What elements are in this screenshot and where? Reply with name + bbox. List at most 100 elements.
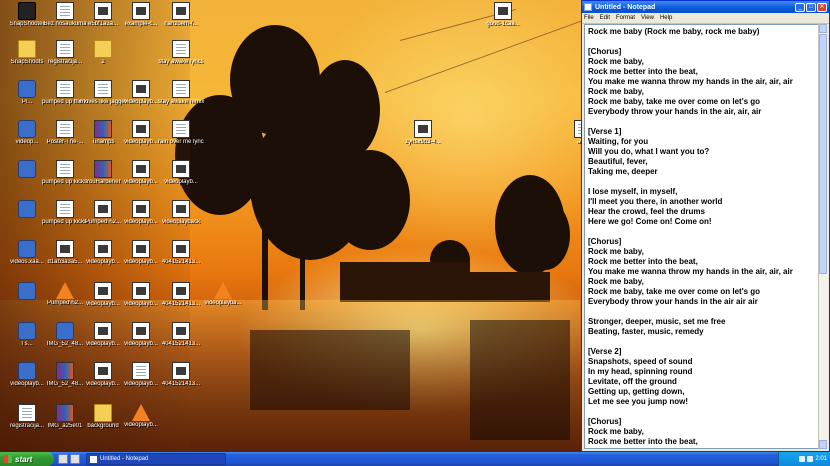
- notepad-line: Will you do, what I want you to?: [588, 147, 710, 156]
- wallpaper-tree: [310, 60, 380, 160]
- desktop-icon[interactable]: stay awake lyrics: [158, 40, 204, 76]
- notepad-line: Here we go! Come on! Come on!: [588, 217, 712, 226]
- notepad-line: Levitate, off the ground: [588, 377, 677, 386]
- desktop-icon[interactable]: hanzoem-f...: [158, 2, 204, 38]
- desktop-icon[interactable]: videoplayback: [158, 200, 204, 236]
- video-icon: [132, 120, 150, 138]
- notepad-line: Rock me better into the beat,: [588, 437, 698, 446]
- rar-icon: [94, 120, 112, 138]
- start-button[interactable]: start: [0, 452, 54, 466]
- notepad-menubar: File Edit Format View Help: [582, 13, 829, 24]
- desktop-icon-label: videoplayba...: [204, 300, 242, 306]
- video-icon: [494, 2, 512, 20]
- windows-flag-icon: [4, 455, 12, 463]
- desktop-icon-label: hanzoem-f...: [164, 21, 198, 27]
- desktop-icon[interactable]: videoplayb...: [118, 404, 164, 440]
- maximize-icon[interactable]: □: [806, 2, 816, 12]
- desktop-icon-label: stay awake remix lyrics: [158, 99, 204, 105]
- doc-icon: [18, 404, 36, 422]
- rar-icon: [56, 362, 74, 380]
- notepad-line: Rock me baby, take me over come on let's…: [588, 287, 761, 296]
- rar-icon: [56, 404, 74, 422]
- notepad-line: [588, 227, 815, 237]
- notepad-text-area[interactable]: Rock me baby (Rock me baby, rock me baby…: [584, 24, 819, 449]
- wallpaper-tree: [520, 200, 570, 270]
- desktop-icon[interactable]: rain over me lyrics: [158, 120, 204, 156]
- quick-launch: [58, 454, 82, 464]
- cam-icon: [18, 2, 36, 20]
- notepad-line: You make me wanna throw my hands in the …: [588, 77, 793, 86]
- menu-help[interactable]: Help: [660, 15, 672, 21]
- notepad-line: In my head, spinning round: [588, 367, 693, 376]
- video-icon: [132, 200, 150, 218]
- notepad-scrollbar[interactable]: [818, 24, 828, 449]
- notepad-line: Rock me baby,: [588, 247, 644, 256]
- desktop-icon[interactable]: videoplayb...: [158, 160, 204, 196]
- desktop-icon[interactable]: 4041521413...: [158, 362, 204, 398]
- folder-icon: [18, 40, 36, 58]
- desktop-icon-label: stay awake lyrics: [158, 59, 204, 65]
- doc-icon: [56, 200, 74, 218]
- desktop-icon-label: 2: [101, 59, 105, 65]
- start-label: start: [15, 454, 33, 464]
- quick-launch-icon[interactable]: [58, 454, 68, 464]
- wallpaper-house: [340, 262, 470, 302]
- menu-file[interactable]: File: [584, 15, 594, 21]
- notepad-line: [588, 307, 815, 317]
- menu-edit[interactable]: Edit: [600, 15, 610, 21]
- wallpaper-trunk: [300, 160, 305, 310]
- desktop-icon-label: videoplayback: [161, 219, 201, 225]
- desktop-icon-label: good-1caa...: [486, 21, 520, 27]
- desktop-icon[interactable]: 4041521413...: [158, 282, 204, 318]
- scroll-down-icon[interactable]: [819, 440, 827, 449]
- notepad-line: Everybody throw your hands in the air ai…: [588, 297, 758, 306]
- taskbar-item-notepad[interactable]: Untitled - Notepad: [86, 453, 226, 465]
- vlc-icon: [56, 282, 74, 299]
- rar-icon: [94, 160, 112, 178]
- desktop-icon[interactable]: 4041521413...: [158, 240, 204, 276]
- notepad-window[interactable]: Untitled - Notepad _ □ ✕ File Edit Forma…: [581, 0, 830, 452]
- notepad-line: Rock me baby,: [588, 277, 644, 286]
- desktop-icon[interactable]: 4041521413...: [158, 322, 204, 358]
- scroll-up-icon[interactable]: [819, 24, 827, 33]
- desktop-icon[interactable]: good-1caa...: [480, 2, 526, 38]
- quick-launch-icon[interactable]: [70, 454, 80, 464]
- notepad-line: Rock me baby,: [588, 87, 644, 96]
- desktop-icon[interactable]: stay awake remix lyrics: [158, 80, 204, 116]
- video-icon: [172, 240, 190, 258]
- notepad-line: [Verse 2]: [588, 347, 622, 356]
- minimize-icon[interactable]: _: [795, 2, 805, 12]
- doc-icon: [56, 160, 74, 178]
- wallpaper-house: [470, 272, 550, 302]
- close-icon[interactable]: ✕: [817, 2, 827, 12]
- doc-icon: [56, 40, 74, 58]
- video-icon: [132, 240, 150, 258]
- app-icon: [18, 322, 36, 340]
- menu-format[interactable]: Format: [616, 15, 635, 21]
- vlc-icon: [214, 282, 232, 299]
- video-icon: [172, 362, 190, 380]
- notepad-line: Rock me better into the beat,: [588, 257, 698, 266]
- wallpaper-tree: [330, 150, 410, 250]
- desktop-icon[interactable]: zynsx9b3-4...: [400, 120, 446, 156]
- tray-icon[interactable]: [799, 456, 806, 462]
- desktop-icon[interactable]: videoplayba...: [200, 282, 246, 318]
- notepad-line: Rock me baby (Rock me baby, rock me baby…: [588, 27, 760, 36]
- menu-view[interactable]: View: [641, 15, 654, 21]
- desktop-icon-label: rain over me lyrics: [158, 139, 204, 145]
- desktop-icon-label: 4041521413...: [161, 259, 201, 265]
- video-icon: [94, 362, 112, 380]
- video-icon: [132, 2, 150, 20]
- notepad-titlebar[interactable]: Untitled - Notepad _ □ ✕: [582, 1, 829, 13]
- doc-icon: [94, 80, 112, 98]
- tray-icon[interactable]: [807, 456, 814, 462]
- app-icon: [56, 322, 74, 340]
- notepad-line: Waiting, for you: [588, 137, 649, 146]
- video-icon: [172, 200, 190, 218]
- scroll-thumb[interactable]: [819, 34, 827, 274]
- desktop-icon[interactable]: 2: [80, 40, 126, 76]
- taskbar-item-label: Untitled - Notepad: [100, 456, 149, 462]
- notepad-line: [588, 407, 815, 417]
- video-icon: [414, 120, 432, 138]
- video-icon: [172, 160, 190, 178]
